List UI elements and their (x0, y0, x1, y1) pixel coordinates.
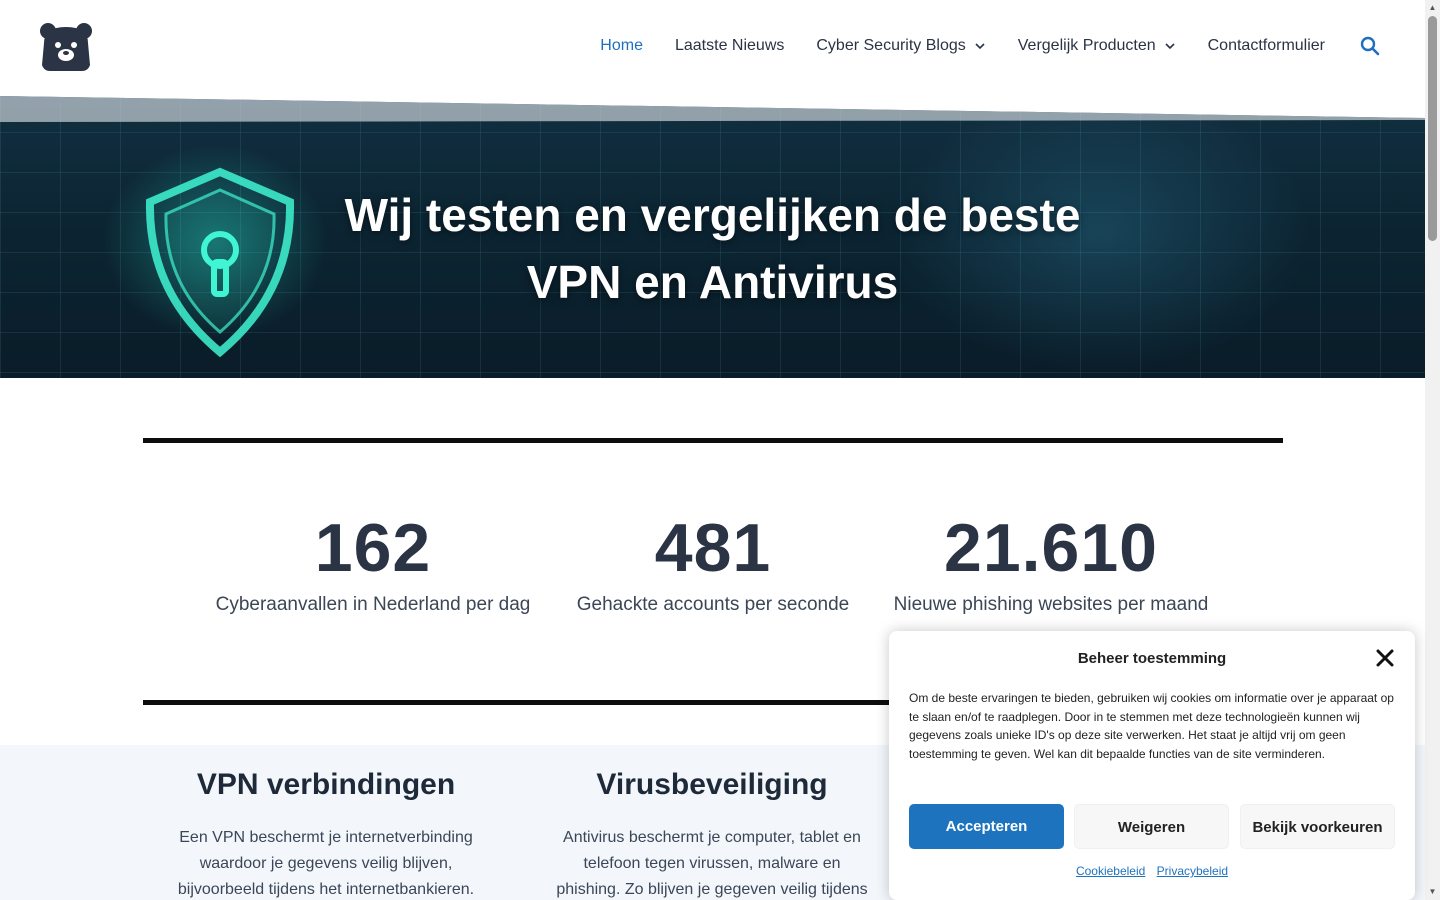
feature-text-line: telefoon tegen virussen, malware en (583, 855, 841, 872)
nav-item-label: Contactformulier (1207, 37, 1325, 54)
cookie-policy-link[interactable]: Cookiebeleid (1076, 864, 1145, 878)
hero-title-line: VPN en Antivirus (526, 256, 899, 308)
accept-button[interactable]: Accepteren (909, 804, 1064, 849)
nav-item-contactformulier[interactable]: Contactformulier (1192, 37, 1341, 55)
stat-hacked-accounts: 481 Gehackte accounts per seconde (533, 508, 893, 616)
feature-vpn: VPN verbindingen Een VPN beschermt je in… (146, 765, 506, 900)
chevron-down-icon (975, 43, 985, 50)
main-nav: Home Laatste Nieuws Cyber Security Blogs… (584, 0, 1381, 92)
feature-title: Virusbeveiliging (596, 768, 828, 801)
cookie-dialog-text: Om de beste ervaringen te bieden, gebrui… (909, 691, 1394, 761)
stat-label: Cyberaanvallen in Nederland per dag (215, 594, 531, 615)
hero-banner: Wij testen en vergelijken de beste VPN e… (0, 92, 1425, 378)
feature-text-line: phishing. Zo blijven je gegeven veilig t… (556, 881, 868, 898)
stat-phishing-sites: 21.610 Nieuwe phishing websites per maan… (871, 508, 1231, 616)
nav-item-label: Laatste Nieuws (674, 37, 785, 54)
nav-item-home[interactable]: Home (584, 37, 659, 55)
privacy-policy-link[interactable]: Privacybeleid (1157, 864, 1228, 878)
deny-button[interactable]: Weigeren (1074, 804, 1229, 849)
page-scrollbar[interactable]: ▲ ▼ (1425, 0, 1440, 900)
feature-text-line: Antivirus beschermt je computer, tablet … (563, 829, 861, 846)
hero-slanted-edge (0, 92, 1425, 122)
scrollbar-thumb[interactable] (1428, 16, 1437, 241)
section-divider (143, 438, 1283, 443)
stat-number: 481 (654, 510, 772, 586)
hero-title-line: Wij testen en vergelijken de beste (344, 189, 1081, 241)
feature-title: VPN verbindingen (196, 768, 456, 801)
nav-item-label: Home (600, 37, 643, 54)
feature-text: Antivirus beschermt je computer, tablet … (532, 825, 892, 900)
cookie-dialog-title: Beheer toestemming (1077, 650, 1227, 667)
feature-text-line: waardoor je gegevens veilig blijven, (199, 855, 453, 872)
site-header: Home Laatste Nieuws Cyber Security Blogs… (0, 0, 1425, 92)
scroll-up-arrow-icon[interactable]: ▲ (1428, 3, 1437, 12)
cookie-links: Cookiebeleid Privacybeleid (889, 864, 1415, 878)
scroll-down-arrow-icon[interactable]: ▼ (1428, 887, 1437, 896)
stat-number: 162 (314, 510, 432, 586)
stat-label: Nieuwe phishing websites per maand (893, 594, 1209, 615)
nav-item-label: Cyber Security Blogs (816, 37, 966, 54)
search-icon[interactable] (1359, 35, 1381, 57)
view-preferences-button[interactable]: Bekijk voorkeuren (1240, 804, 1395, 849)
stat-number: 21.610 (944, 510, 1158, 586)
feature-antivirus: Virusbeveiliging Antivirus beschermt je … (532, 765, 892, 900)
bear-logo-icon[interactable] (38, 21, 94, 73)
nav-item-cyber-security-blogs[interactable]: Cyber Security Blogs (800, 37, 1001, 55)
feature-text-line: bijvoorbeeld tijdens het internetbankier… (177, 881, 475, 898)
nav-item-vergelijk-producten[interactable]: Vergelijk Producten (1002, 37, 1192, 55)
stat-cyberattacks: 162 Cyberaanvallen in Nederland per dag (193, 508, 553, 616)
stat-label: Gehackte accounts per seconde (576, 594, 850, 615)
cookie-consent-dialog: Beheer toestemming Om de beste ervaringe… (889, 631, 1415, 900)
chevron-down-icon (1165, 43, 1175, 50)
nav-item-laatste-nieuws[interactable]: Laatste Nieuws (659, 37, 800, 55)
feature-text: Een VPN beschermt je internetverbinding … (146, 825, 506, 900)
hero-title: Wij testen en vergelijken de beste VPN e… (0, 182, 1425, 316)
close-icon[interactable] (1376, 649, 1394, 667)
nav-item-label: Vergelijk Producten (1017, 37, 1156, 54)
feature-text-line: Een VPN beschermt je internetverbinding (179, 829, 473, 846)
